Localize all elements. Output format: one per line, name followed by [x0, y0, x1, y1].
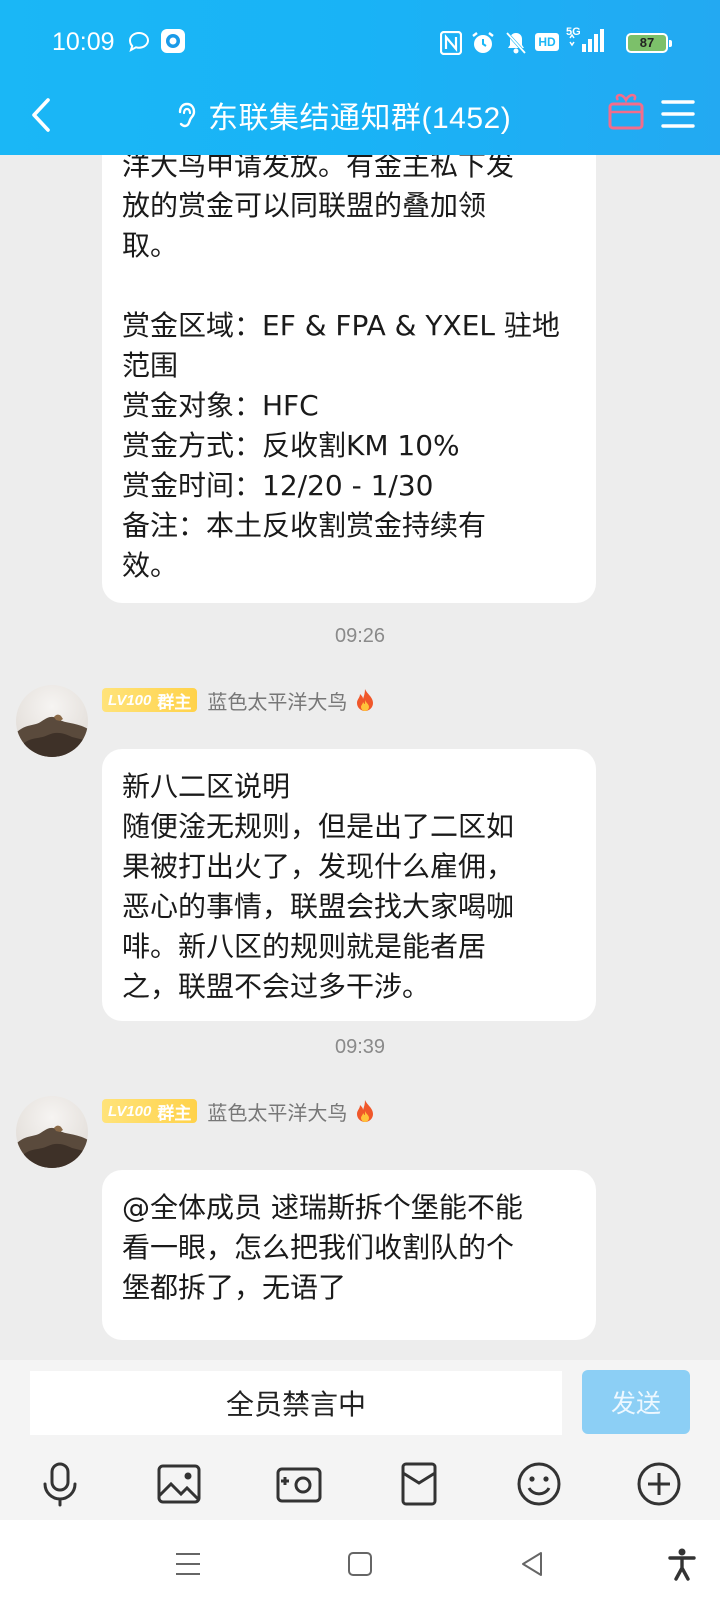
- level-text: LV100: [108, 691, 152, 709]
- back-triangle-icon[interactable]: [514, 1546, 550, 1582]
- chat-title[interactable]: 东联集结通知群(1452): [170, 90, 511, 140]
- camera-icon[interactable]: [275, 1460, 323, 1508]
- alarm-icon: [472, 32, 494, 53]
- sender-name[interactable]: 蓝色太平洋大鸟: [207, 686, 347, 715]
- red-packet-icon[interactable]: [395, 1460, 443, 1508]
- qq-logo-icon: [161, 29, 185, 53]
- image-icon[interactable]: [155, 1460, 203, 1508]
- avatar-image: [16, 1125, 88, 1168]
- sender-info: LV100 群主 蓝色太平洋大鸟: [102, 685, 377, 715]
- sender-name[interactable]: 蓝色太平洋大鸟: [207, 1097, 347, 1126]
- hd-icon: HD: [535, 33, 559, 51]
- 5g-signal-icon: 5G: [566, 26, 610, 54]
- role-text: 群主: [157, 1103, 192, 1123]
- avatar-image: [16, 714, 88, 757]
- level-badge: LV100 群主: [102, 688, 198, 712]
- gift-icon[interactable]: [606, 90, 646, 136]
- avatar[interactable]: [16, 1096, 88, 1168]
- emoji-icon[interactable]: [515, 1460, 563, 1508]
- plus-icon[interactable]: [635, 1460, 683, 1508]
- level-badge: LV100 群主: [102, 1099, 198, 1123]
- message-bubble[interactable]: 洋大鸟申请发放。有金主私下发 放的赏金可以同联盟的叠加领 取。 赏金区域：EF …: [102, 155, 596, 603]
- level-text: LV100: [108, 1102, 152, 1120]
- title-bar: 东联集结通知群(1452): [0, 88, 720, 155]
- mute-icon: [505, 31, 527, 55]
- battery-icon: 87: [626, 33, 672, 53]
- microphone-icon[interactable]: [36, 1460, 84, 1508]
- menu-lines-icon[interactable]: [170, 1546, 206, 1582]
- nfc-icon: [440, 31, 462, 55]
- status-bar: 10:09 HD 5G 87: [0, 0, 720, 88]
- input-area: 全员禁言中 发送: [0, 1360, 720, 1520]
- sender-info: LV100 群主 蓝色太平洋大鸟: [102, 1096, 377, 1126]
- earpiece-icon: [178, 102, 196, 128]
- message-list[interactable]: 洋大鸟申请发放。有金主私下发 放的赏金可以同联盟的叠加领 取。 赏金区域：EF …: [0, 155, 720, 1360]
- group-title: 东联集结通知群(1452): [208, 102, 512, 135]
- home-square-icon[interactable]: [342, 1546, 378, 1582]
- message-timestamp: 09:26: [334, 625, 386, 647]
- avatar[interactable]: [16, 685, 88, 757]
- accessibility-icon[interactable]: [664, 1546, 700, 1582]
- menu-icon[interactable]: [660, 94, 696, 134]
- flame-icon: [357, 689, 374, 711]
- message-bubble[interactable]: 新八二区说明 随便淦无规则，但是出了二区如 果被打出火了，发现什么雇佣， 恶心的…: [102, 749, 596, 1021]
- app-header: 10:09 HD 5G 87 东联集结通知群(1452): [0, 0, 720, 155]
- message-timestamp: 09:39: [334, 1036, 386, 1058]
- system-nav-bar: [0, 1520, 720, 1609]
- muted-input-field[interactable]: 全员禁言中: [30, 1371, 562, 1435]
- role-text: 群主: [157, 692, 192, 712]
- send-button[interactable]: 发送: [582, 1370, 690, 1434]
- back-icon[interactable]: [20, 92, 66, 138]
- qq-bubble-icon: [128, 31, 150, 53]
- message-bubble[interactable]: @全体成员 逑瑞斯拆个堡能不能 看一眼，怎么把我们收割队的个 堡都拆了，无语了: [102, 1170, 596, 1340]
- status-time: 10:09: [52, 28, 115, 56]
- flame-icon: [357, 1100, 374, 1122]
